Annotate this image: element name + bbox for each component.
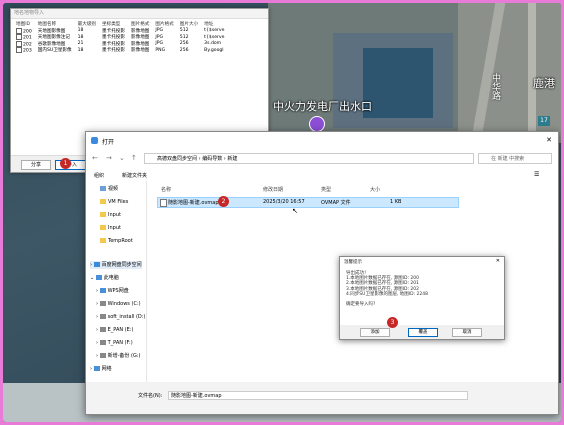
- cell: 墨卡托投影: [102, 35, 125, 41]
- cell: 天地图影像注记: [37, 35, 70, 41]
- cell: 201: [23, 35, 32, 41]
- map-route-badge: 17: [538, 116, 550, 126]
- confirm-footer: 添加 覆盖 取消: [340, 325, 504, 339]
- file-icon: [160, 199, 167, 207]
- message-line: 确定要导入吗?: [346, 302, 376, 308]
- cell: 影像地图: [131, 41, 150, 47]
- confirm-message: 导出成功！ 1.本地图片数据已存在, 源图ID: 200 2.本地图片数据已存在…: [346, 271, 428, 307]
- col-header: 最大级别: [77, 22, 97, 28]
- message-line: 4.同步SU卫星影像的图层, 地图ID: 2248: [346, 291, 428, 297]
- close-icon[interactable]: ✕: [496, 258, 500, 264]
- col-type[interactable]: 类型: [321, 186, 331, 193]
- file-size: 1 KB: [390, 199, 402, 205]
- cell: By.googl: [204, 47, 224, 53]
- nav-item[interactable]: › 新增-备份 (G:): [96, 352, 140, 360]
- nav-item[interactable]: › Windows (C:): [96, 300, 141, 308]
- file-date: 2025/3/20 16:57: [263, 199, 305, 205]
- map-label-place: 鹿港: [533, 77, 555, 90]
- forward-icon[interactable]: →: [106, 154, 112, 162]
- organize-button[interactable]: 组织: [94, 172, 104, 179]
- cell: 影像地图: [131, 48, 150, 54]
- col-size[interactable]: 大小: [370, 186, 380, 193]
- cell: 18: [77, 47, 84, 53]
- row-checkbox[interactable]: [16, 47, 22, 53]
- up-icon[interactable]: ↑: [131, 154, 137, 162]
- screen: 中火力发电厂出水口 鹿港 中华路 17 地名地物导入 地图ID 地图名称 最大级…: [3, 3, 561, 422]
- nav-item-network[interactable]: › 网络: [90, 365, 112, 373]
- cell: 墨卡托投影: [102, 48, 125, 54]
- overwrite-button[interactable]: 覆盖: [408, 328, 438, 337]
- nav-item[interactable]: › WPS网盘: [96, 287, 129, 295]
- add-button[interactable]: 添加: [360, 328, 390, 337]
- cancel-button[interactable]: 取消: [452, 328, 482, 337]
- cell: 256: [179, 47, 189, 53]
- nav-item[interactable]: Input: [100, 224, 121, 232]
- cell: 国内SU卫星影像: [37, 48, 72, 54]
- nav-item[interactable]: VM Files: [100, 198, 128, 206]
- nav-item[interactable]: › E_PAN (E:): [96, 326, 133, 334]
- file-row[interactable]: 随影地图-新建.ovmap 2025/3/20 16:57 OVMAP 文件 1…: [157, 197, 459, 208]
- nav-bar: ← → ⌄ ↑ 高德双盘同步空间 › 编码导数 › 新建 在 新建 中搜索: [86, 151, 558, 167]
- step-marker-2: 2: [218, 196, 229, 207]
- filename-label: 文件名(N):: [138, 393, 163, 399]
- share-button[interactable]: 分享: [21, 160, 51, 170]
- nav-item[interactable]: › T_PAN (F:): [96, 339, 133, 347]
- cell: 影像地图: [131, 28, 150, 34]
- navigation-pane: 视频 VM Files Input Input TempRoot › 百度网盘同…: [86, 181, 147, 382]
- col-header: 图片大小: [179, 22, 199, 28]
- map-pin-icon[interactable]: [309, 116, 325, 132]
- import-window-title: 地名地物导入: [11, 9, 268, 19]
- col-date[interactable]: 修改日期: [263, 186, 283, 193]
- row-checkbox[interactable]: [16, 27, 22, 34]
- col-name[interactable]: 名称: [161, 186, 171, 193]
- filename-input[interactable]: 随影地图-新建.ovmap: [168, 391, 468, 400]
- view-options-icon[interactable]: ☰: [534, 171, 539, 178]
- breadcrumb-item[interactable]: 编码导数: [202, 156, 222, 162]
- file-name: 随影地图-新建.ovmap: [168, 200, 219, 206]
- nav-item-baidu[interactable]: › 百度网盘同步空间: [90, 261, 142, 269]
- map-label-road: 中华路: [490, 73, 500, 100]
- table-header: 地图ID 地图名称 最大级别 坐标类型 图片格式 图片格式 图片大小 地址: [13, 21, 227, 28]
- cell: PNG: [155, 47, 166, 53]
- cell: 墨卡托投影: [102, 28, 125, 34]
- new-folder-button[interactable]: 新建文件夹: [122, 172, 147, 179]
- col-header: 图片格式: [155, 22, 174, 28]
- dialog-bottom: 文件名(N): 随影地图-新建.ovmap: [86, 382, 558, 414]
- message-line: 2.本地图片数据已存在, 源图ID: 201: [346, 281, 419, 287]
- close-icon[interactable]: ✕: [546, 136, 552, 144]
- nav-item[interactable]: Input: [100, 211, 121, 219]
- step-marker-3: 3: [387, 317, 398, 328]
- nav-item[interactable]: 视频: [100, 185, 118, 193]
- row-checkbox[interactable]: [16, 34, 22, 40]
- app-icon: [91, 137, 98, 144]
- mouse-cursor-icon: ↖: [292, 207, 298, 215]
- table-row[interactable]: 203 国内SU卫星影像 18 墨卡托投影 影像地图 PNG 256 By.go…: [13, 47, 227, 54]
- breadcrumb-item[interactable]: 新建: [227, 156, 237, 162]
- back-icon[interactable]: ←: [92, 154, 98, 162]
- dialog-toolbar: 组织 新建文件夹 ☰: [86, 169, 558, 181]
- address-bar[interactable]: 高德双盘同步空间 › 编码导数 › 新建: [144, 153, 474, 164]
- confirm-dialog: 温馨提示 ✕ 导出成功！ 1.本地图片数据已存在, 源图ID: 200 2.本地…: [339, 256, 505, 340]
- file-type: OVMAP 文件: [321, 200, 351, 206]
- chevron-down-icon[interactable]: ⌄: [119, 154, 125, 162]
- breadcrumb-item[interactable]: 高德双盘同步空间: [157, 156, 197, 162]
- nav-item[interactable]: TempRoot: [100, 237, 133, 245]
- map-label-plant: 中火力发电厂出水口: [273, 100, 372, 113]
- search-input[interactable]: 在 新建 中搜索: [478, 153, 552, 164]
- map-source-table: 地图ID 地图名称 最大级别 坐标类型 图片格式 图片格式 图片大小 地址 20…: [13, 21, 227, 54]
- nav-item[interactable]: › soft_install (D:): [96, 313, 145, 321]
- row-checkbox[interactable]: [16, 40, 22, 47]
- dialog-title: 打开: [102, 139, 115, 146]
- cell: t{$serve: [204, 34, 225, 40]
- cell: 墨卡托投影: [102, 41, 125, 47]
- cell: 203: [23, 48, 32, 54]
- col-header: 图片格式: [131, 22, 150, 28]
- confirm-title: 温馨提示: [344, 260, 362, 265]
- cell: 影像地图: [131, 35, 150, 41]
- step-marker-1: 1: [60, 158, 71, 169]
- cell: t{$serve: [204, 28, 225, 34]
- dialog-titlebar: 打开 ✕: [86, 132, 558, 151]
- nav-item-this-pc[interactable]: ⌄ 此电脑: [90, 274, 119, 282]
